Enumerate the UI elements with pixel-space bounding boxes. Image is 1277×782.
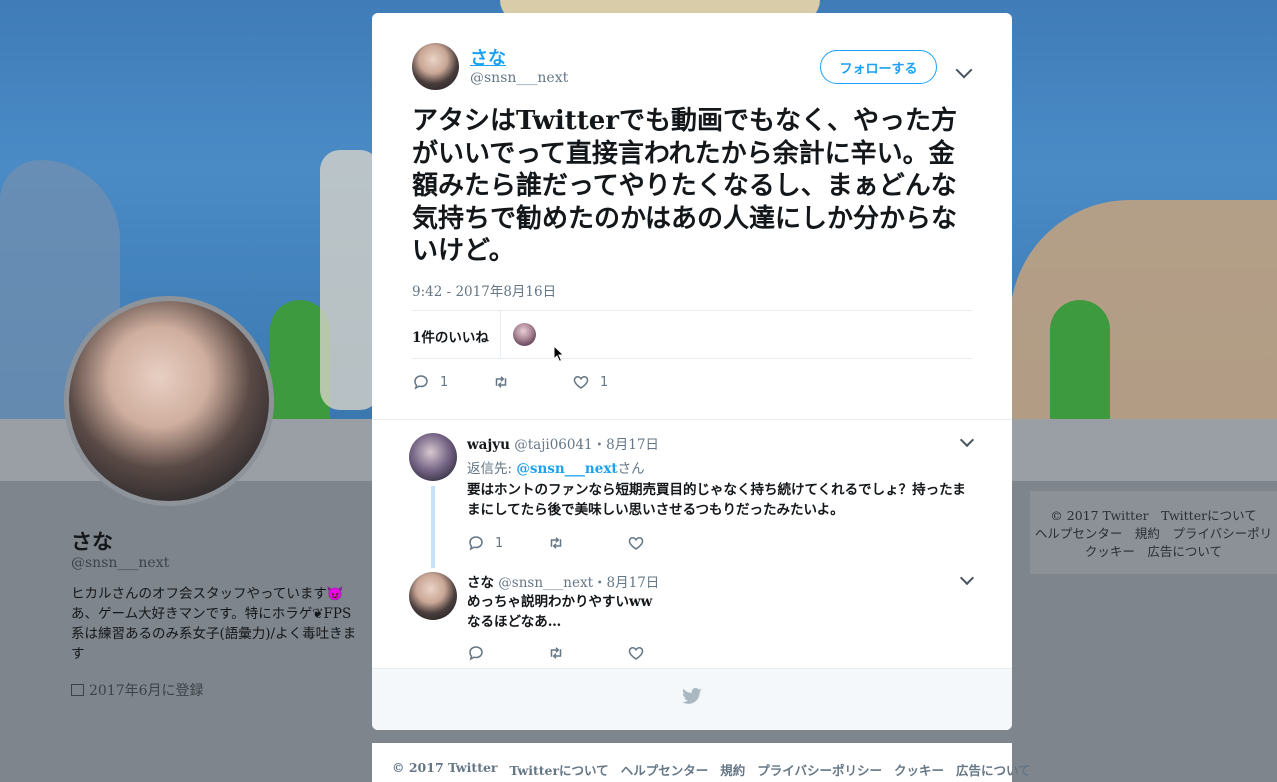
- reply-icon: [469, 536, 483, 551]
- follow-button[interactable]: フォローする: [820, 50, 937, 84]
- profile-joined: 2017年6月に登録: [71, 680, 204, 700]
- footer-link-cookies[interactable]: クッキー: [894, 760, 944, 779]
- reply-tweet[interactable]: さな @snsn___next・8月17日 めっちゃ説明わかりやすいww なるほ…: [372, 568, 1012, 668]
- heart-icon: [573, 375, 589, 389]
- reply-to-link[interactable]: @snsn___next: [516, 461, 617, 477]
- likes-count-label: 1件のいいね: [412, 330, 489, 346]
- footer-link-privacy[interactable]: プライバシーポリシー: [757, 760, 882, 779]
- reply-icon: [414, 375, 428, 390]
- footer-link-terms[interactable]: 規約: [720, 760, 745, 779]
- side-footer-line: © 2017 Twitter Twitterについて: [1050, 508, 1257, 523]
- retweet-icon: [495, 376, 507, 388]
- heart-icon: [628, 536, 644, 550]
- reply-text: 要はホントのファンなら短期売買目的じゃなく持ち続けてくれるでしょ？持ったままにし…: [467, 482, 966, 518]
- profile-bio: ヒカルさんのオフ会スタッフやっています😈あ、ゲーム大好きマンです。特にホラゲ❦F…: [71, 586, 357, 662]
- reply-author-name[interactable]: さな: [467, 575, 494, 591]
- like-button[interactable]: [627, 532, 645, 554]
- mouse-cursor-icon: [553, 345, 565, 363]
- reply-count: 1: [440, 374, 449, 390]
- reply-to-prefix: 返信先:: [467, 461, 517, 477]
- reply-count: 1: [495, 535, 504, 551]
- footer-link-ads[interactable]: 広告について: [956, 760, 1031, 779]
- reply-tweet[interactable]: wajyu @taji06041・8月17日 返信先: @snsn___next…: [372, 420, 1012, 568]
- tweet-text: アタシはTwitterでも動画でもなく、やった方がいいでって直接言われたから余計…: [412, 106, 958, 266]
- reply-avatar[interactable]: [409, 572, 457, 620]
- tweet-stats: 1件のいいね: [412, 310, 972, 359]
- footer-link-about[interactable]: Twitterについて: [510, 760, 609, 779]
- like-button[interactable]: [627, 642, 645, 664]
- liker-avatar[interactable]: [513, 323, 536, 346]
- calendar-icon: [71, 684, 84, 696]
- retweet-button[interactable]: [547, 642, 565, 664]
- page-footer: © 2017 Twitter Twitterについて ヘルプセンター 規約 プラ…: [372, 743, 1031, 782]
- heart-icon: [628, 646, 644, 660]
- reply-handle-date[interactable]: @snsn___next・8月17日: [498, 575, 659, 591]
- main-tweet: さな @snsn___next フォローする アタシはTwitterでも動画でも…: [372, 13, 1012, 419]
- likes-count[interactable]: 1件のいいね: [412, 326, 489, 346]
- reply-text: めっちゃ説明わかりやすいww なるほどなあ…: [467, 592, 977, 632]
- thread-line: [431, 486, 435, 568]
- author-name[interactable]: さな: [470, 44, 506, 70]
- stats-divider: [500, 311, 501, 358]
- retweet-icon: [550, 647, 562, 659]
- profile-avatar[interactable]: [64, 296, 274, 506]
- retweet-button[interactable]: [547, 532, 565, 554]
- chevron-down-icon[interactable]: [959, 432, 975, 448]
- retweet-button[interactable]: [492, 371, 510, 393]
- profile-handle: @snsn___next: [71, 555, 170, 571]
- reply-button[interactable]: 1: [467, 532, 503, 554]
- reply-button[interactable]: [467, 642, 485, 664]
- footer-link-help[interactable]: ヘルプセンター: [621, 760, 709, 779]
- reply-avatar[interactable]: [409, 433, 457, 481]
- profile-name: さな: [71, 529, 113, 554]
- author-avatar[interactable]: [412, 43, 459, 90]
- tweet-timestamp[interactable]: 9:42 - 2017年8月16日: [412, 280, 556, 300]
- retweet-icon: [550, 537, 562, 549]
- reply-author-name[interactable]: wajyu: [467, 437, 510, 453]
- modal-footer: [372, 668, 1012, 730]
- like-button[interactable]: 1: [572, 371, 608, 393]
- joined-date: 2017年6月に登録: [89, 683, 204, 699]
- author-handle[interactable]: @snsn___next: [470, 70, 568, 86]
- twitter-bird-icon[interactable]: [681, 688, 703, 706]
- reply-header: wajyu @taji06041・8月17日: [467, 433, 659, 453]
- replies-list: wajyu @taji06041・8月17日 返信先: @snsn___next…: [372, 419, 1012, 668]
- chevron-down-icon[interactable]: [959, 570, 975, 586]
- reply-text-line: なるほどなあ…: [467, 614, 562, 630]
- reply-header: さな @snsn___next・8月17日: [467, 571, 659, 591]
- tweet-permalink-modal: さな @snsn___next フォローする アタシはTwitterでも動画でも…: [372, 13, 1012, 730]
- footer-copyright: © 2017 Twitter: [392, 760, 498, 775]
- reply-to: 返信先: @snsn___nextさん: [467, 457, 645, 477]
- side-footer-line: クッキー 広告について: [1084, 544, 1223, 559]
- chevron-down-icon[interactable]: [955, 61, 973, 79]
- like-count: 1: [600, 374, 609, 390]
- reply-actions: 1: [467, 532, 767, 552]
- reply-icon: [469, 646, 483, 661]
- side-footer: © 2017 Twitter Twitterについて ヘルプセンター 規約 プラ…: [1030, 491, 1277, 574]
- side-footer-line: ヘルプセンター 規約 プライバシーポリ: [1034, 526, 1273, 541]
- reply-to-suffix: さん: [617, 461, 645, 477]
- tweet-actions: 1 1: [412, 371, 972, 395]
- reply-actions: [467, 642, 767, 662]
- reply-handle-date[interactable]: @taji06041・8月17日: [514, 437, 659, 453]
- reply-text-line: めっちゃ説明わかりやすいww: [467, 594, 653, 610]
- reply-button[interactable]: 1: [412, 371, 448, 393]
